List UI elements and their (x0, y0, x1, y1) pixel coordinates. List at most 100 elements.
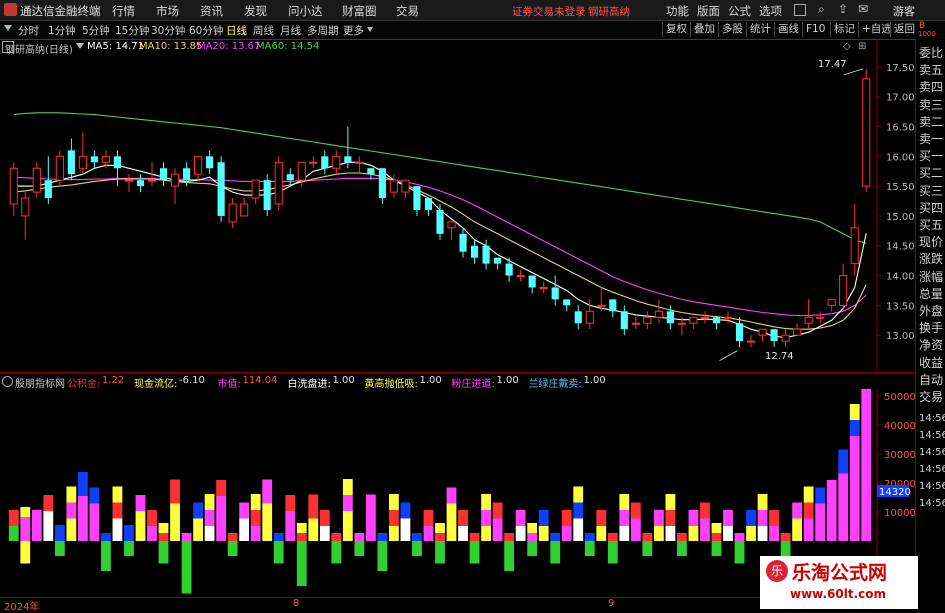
period-daily[interactable]: 日线 (226, 23, 247, 38)
period-monthly[interactable]: 月线 (280, 23, 301, 38)
login-notice[interactable]: 证券交易未登录 (512, 4, 586, 19)
side-panel-item[interactable]: 买四 (919, 200, 943, 216)
candlestick-chart[interactable]: 17.50 17.00 16.50 16.00 15.50 15.00 14.50 14.00… (0, 39, 915, 372)
candle-body (78, 155, 87, 169)
indicator-bar (412, 541, 422, 556)
menu-gongneng[interactable]: 功能 (666, 3, 689, 19)
indicator-stack-bar (584, 533, 595, 541)
menu-wenxiaoda[interactable]: 问小达 (288, 3, 323, 19)
side-panel-item[interactable]: 涨幅 (919, 269, 943, 285)
indicator-stack-bar (665, 494, 676, 510)
candle-body (850, 227, 859, 265)
indicator-stack-bar (550, 533, 561, 541)
period-fenshi[interactable]: 分时 (18, 23, 39, 38)
menu-faxian[interactable]: 发现 (244, 3, 267, 19)
candle-body (389, 179, 398, 193)
side-panel-item[interactable]: 买二 (919, 165, 943, 181)
candle-body (206, 156, 214, 169)
menu-hangqing[interactable]: 行情 (112, 3, 135, 19)
side-panel-item[interactable]: 外盘 (919, 303, 943, 319)
period-more[interactable]: 更多 (343, 23, 364, 38)
menu-zixun[interactable]: 资讯 (200, 3, 223, 19)
side-panel-item[interactable]: 卖一 (919, 131, 943, 147)
ma10-line (13, 172, 867, 330)
btn-biaoji[interactable]: 标记 (830, 22, 858, 37)
more-chevron-down-icon[interactable] (367, 27, 373, 32)
indicator-bar (803, 518, 814, 541)
indicator-stack-bar (389, 510, 399, 526)
indicator-bar (435, 541, 445, 564)
indicator-stack-bar (561, 510, 572, 526)
btn-diejia[interactable]: 叠加 (690, 22, 718, 37)
side-panel-item[interactable]: 净资 (919, 337, 943, 353)
candle-body (597, 304, 606, 307)
side-panel-item[interactable]: 买三 (919, 183, 943, 199)
candle-body (332, 155, 341, 169)
share-icon[interactable]: ⇪ (838, 2, 848, 16)
indicator-item-label: 黄高抛低吸: (364, 379, 418, 390)
period-15min[interactable]: 15分钟 (115, 23, 149, 38)
indicator-stack-bar (723, 510, 733, 526)
side-panel-item[interactable]: 现价 (919, 234, 943, 250)
indicator-name[interactable]: 股朋指标网 (15, 375, 65, 390)
side-panel-item[interactable]: 卖二 (919, 114, 943, 130)
side-panel-item[interactable]: 买一 (919, 148, 943, 164)
window-icon[interactable] (794, 4, 806, 16)
pane-divider[interactable] (0, 372, 915, 373)
btn-fuquan[interactable]: 复权 (662, 22, 690, 37)
indicator-item-value: -6.10 (179, 375, 205, 386)
btn-huaxian[interactable]: 画线 (774, 22, 802, 37)
side-panel-item[interactable]: 卖五 (919, 62, 943, 78)
indicator-bar (423, 526, 434, 541)
side-panel-item[interactable]: 总量 (919, 286, 943, 302)
period-multi[interactable]: 多周期 (307, 23, 339, 38)
period-1min[interactable]: 1分钟 (48, 23, 76, 38)
indicator-stack-bar (515, 510, 526, 526)
menu-caifuquan[interactable]: 财富圈 (342, 3, 377, 19)
candle-body (32, 167, 41, 193)
side-panel-item[interactable]: 卖三 (919, 97, 943, 113)
menu-shichang[interactable]: 市场 (156, 3, 179, 19)
indicator-menu-icon[interactable] (2, 376, 13, 387)
indicator-bar (389, 526, 399, 541)
side-panel-item[interactable]: 交易 (919, 389, 943, 405)
menu-jiaoyi[interactable]: 交易 (396, 3, 419, 19)
menu-banmian[interactable]: 版面 (697, 3, 720, 19)
candle-body (21, 197, 30, 217)
guest-label[interactable]: 游客 (893, 3, 915, 19)
period-30min[interactable]: 30分钟 (151, 23, 185, 38)
message-icon[interactable]: ✉ (858, 2, 868, 16)
indicator-bar (573, 518, 584, 541)
search-icon[interactable]: ⌕ (818, 2, 825, 17)
indicator-bar (262, 503, 273, 541)
menu-gongshi[interactable]: 公式 (728, 3, 751, 19)
side-panel-item[interactable]: 自动 (919, 372, 943, 388)
btn-fanhui[interactable]: 返回 (890, 22, 918, 37)
period-60min[interactable]: 60分钟 (189, 23, 223, 38)
toolbar-dropdown-icon[interactable] (4, 25, 12, 31)
indicator-stack-bar (630, 502, 641, 519)
indicator-stack-bar (573, 486, 584, 503)
side-panel-item[interactable]: 卖四 (919, 79, 943, 95)
indicator-stack-bar (262, 479, 273, 504)
price-tick-label: 16.50 (886, 123, 915, 134)
side-panel-item[interactable]: 买五 (919, 217, 943, 233)
side-time-label: 14:56 (919, 447, 945, 458)
side-panel-item[interactable]: 换手 (919, 320, 943, 336)
btn-f10[interactable]: F10 (802, 22, 828, 37)
candle-body (55, 155, 64, 181)
indicator-item-value: 1.00 (332, 375, 355, 386)
indicator-bar (170, 503, 180, 541)
btn-duogu[interactable]: 多股 (718, 22, 746, 37)
period-5min[interactable]: 5分钟 (82, 23, 110, 38)
indicator-bar (550, 541, 561, 564)
candle-body (827, 298, 836, 306)
menu-xuanxiang[interactable]: 选项 (759, 3, 782, 19)
side-panel-item[interactable]: 涨跌 (919, 251, 943, 267)
btn-tongji[interactable]: 统计 (746, 22, 774, 37)
side-panel-item[interactable]: 收益 (919, 355, 943, 371)
side-panel-item[interactable]: 委比 (919, 45, 943, 61)
side-time-label: 14:56 (919, 464, 945, 475)
indicator-stack-bar (700, 502, 710, 519)
period-weekly[interactable]: 周线 (253, 23, 274, 38)
